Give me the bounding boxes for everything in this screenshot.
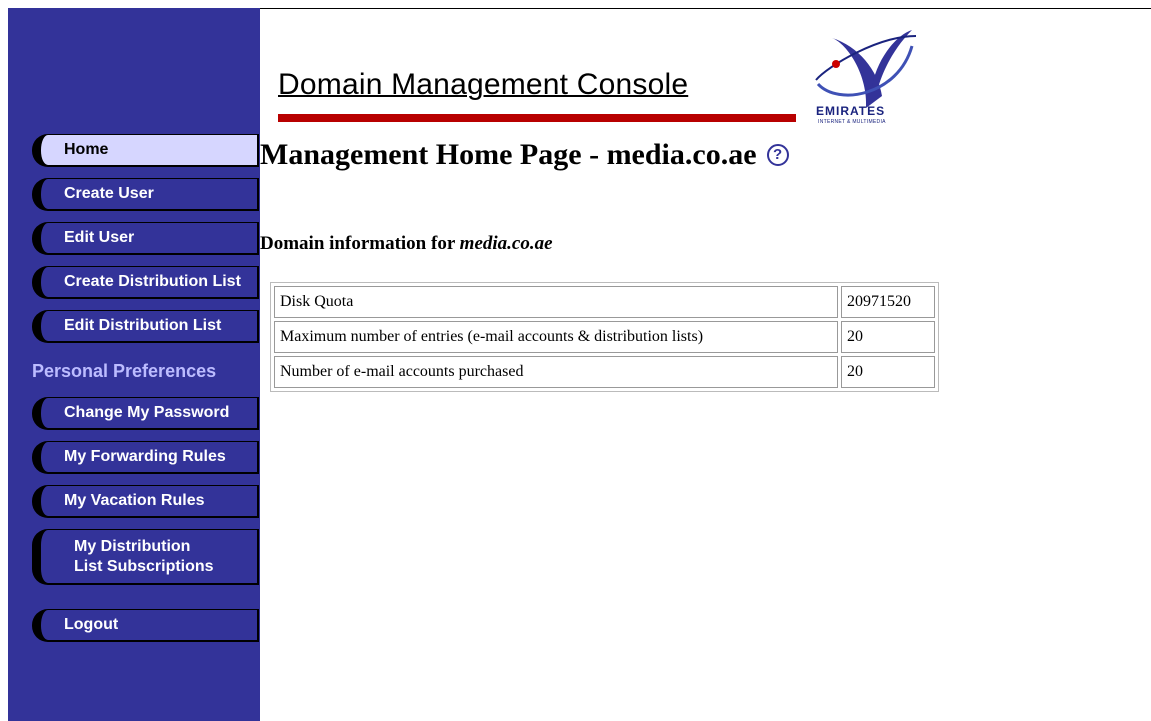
sidebar-item-label: My Vacation Rules <box>64 492 205 509</box>
personal-preferences-heading: Personal Preferences <box>32 361 217 381</box>
table-row: Maximum number of entries (e-mail accoun… <box>274 321 935 353</box>
table-cell-value: 20 <box>841 356 935 388</box>
logo-text: EMIRATES <box>816 104 886 118</box>
sidebar-item-create-user[interactable]: Create User <box>32 178 259 211</box>
sidebar-item-label-line2: List Subscriptions <box>74 557 214 575</box>
sidebar-item-label: Change My Password <box>64 404 230 421</box>
section-heading-domain: media.co.ae <box>459 233 553 254</box>
sidebar-item-label: Logout <box>64 616 119 633</box>
sidebar-item-label: My Forwarding Rules <box>64 448 226 465</box>
table-cell-value: 20971520 <box>841 286 935 318</box>
sidebar-item-distribution-subscriptions[interactable]: My Distribution List Subscriptions <box>32 529 259 585</box>
sidebar-item-label: Create Distribution List <box>64 273 241 290</box>
table-cell-label: Maximum number of entries (e-mail accoun… <box>274 321 838 353</box>
table-cell-value: 20 <box>841 321 935 353</box>
sidebar-item-forwarding-rules[interactable]: My Forwarding Rules <box>32 441 259 474</box>
title-underline-bar <box>278 114 796 122</box>
domain-info-table: Disk Quota 20971520 Maximum number of en… <box>270 282 939 392</box>
sidebar-item-label: Edit User <box>64 229 135 246</box>
help-icon[interactable]: ? <box>766 144 789 166</box>
table-row: Disk Quota 20971520 <box>274 286 935 318</box>
page-title: Management Home Page - media.co.ae ? <box>260 138 789 172</box>
sidebar-item-edit-user[interactable]: Edit User <box>32 222 259 255</box>
section-heading: Domain information for media.co.ae <box>260 233 553 255</box>
table-cell-label: Disk Quota <box>274 286 838 318</box>
sidebar-item-create-distribution-list[interactable]: Create Distribution List <box>32 266 259 299</box>
section-heading-prefix: Domain information for <box>260 233 460 254</box>
sidebar-item-label: Home <box>64 141 109 158</box>
sidebar-item-home[interactable]: Home <box>32 134 259 167</box>
sidebar-item-edit-distribution-list[interactable]: Edit Distribution List <box>32 310 259 343</box>
sidebar-item-label-line1: My Distribution <box>74 537 191 555</box>
logo-subtext: INTERNET & MULTIMEDIA <box>818 119 886 125</box>
table-cell-label: Number of e-mail accounts purchased <box>274 356 838 388</box>
sidebar-item-logout[interactable]: Logout <box>32 609 259 642</box>
sidebar-item-change-password[interactable]: Change My Password <box>32 397 259 430</box>
table-row: Number of e-mail accounts purchased 20 <box>274 356 935 388</box>
console-title: Domain Management Console <box>278 68 689 101</box>
sidebar-item-label: Edit Distribution List <box>64 317 222 334</box>
sidebar-item-label: Create User <box>64 185 154 202</box>
sidebar-item-label: My Distribution List Subscriptions <box>74 537 214 577</box>
sidebar-item-vacation-rules[interactable]: My Vacation Rules <box>32 485 259 518</box>
page-title-text: Management Home Page - media.co.ae <box>260 138 757 171</box>
top-divider <box>260 8 1151 9</box>
console-title-wrap: Domain Management Console <box>278 68 688 102</box>
